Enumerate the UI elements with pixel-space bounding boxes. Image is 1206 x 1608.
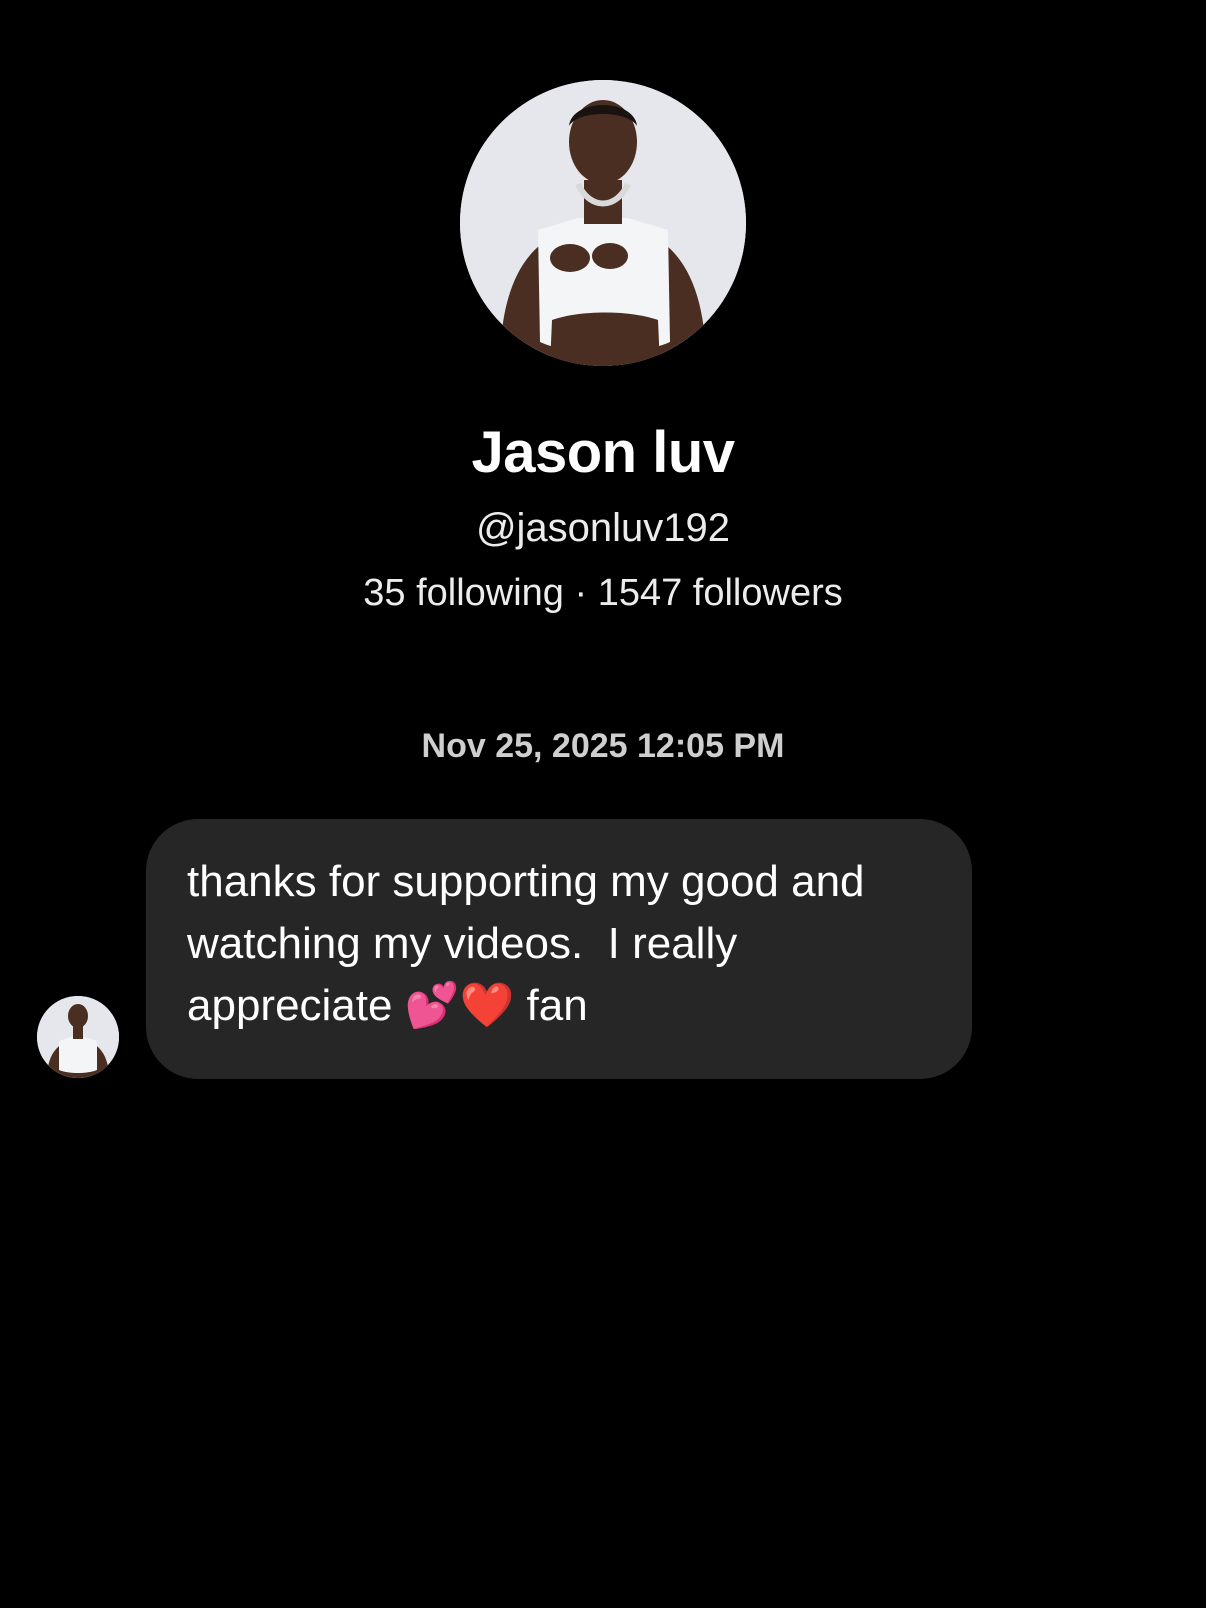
profile-username: @jasonluv192 — [475, 506, 731, 550]
profile-display-name: Jason luv — [471, 420, 735, 485]
profile-stats[interactable]: 35 following · 1547 followers — [0, 568, 1206, 618]
message-sender-avatar[interactable] — [37, 996, 119, 1078]
message-text: thanks for supporting my good and watchi… — [187, 857, 877, 1030]
message-timestamp: Nov 25, 2025 12:05 PM — [421, 727, 785, 765]
profile-avatar[interactable] — [460, 80, 746, 366]
sender-photo — [37, 996, 119, 1078]
message-bubble[interactable]: thanks for supporting my good and watchi… — [146, 819, 972, 1079]
profile-photo — [460, 80, 746, 366]
